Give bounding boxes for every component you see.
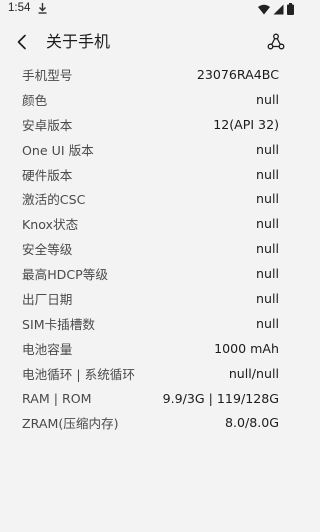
info-row-battery-cycles: 电池循环 | 系统循环 null/null: [0, 361, 300, 386]
info-value: 23076RA4BC: [196, 66, 279, 82]
info-label: 电池容量: [22, 341, 73, 357]
download-icon: [38, 3, 47, 14]
info-value: null: [256, 241, 279, 257]
info-row-sim-slots: SIM卡插槽数 null: [0, 311, 300, 336]
info-value: null: [256, 216, 279, 232]
info-row-battery-capacity: 电池容量 1000 mAh: [0, 336, 300, 361]
info-label: 手机型号: [22, 67, 73, 83]
info-row-manufacture-date: 出厂日期 null: [0, 286, 300, 311]
info-value: null: [256, 91, 279, 107]
info-label: RAM | ROM: [22, 390, 92, 406]
info-row-security-level: 安全等级 null: [0, 236, 300, 261]
info-value: null/null: [228, 365, 279, 381]
info-label: SIM卡插槽数: [22, 316, 95, 332]
status-icons: [258, 3, 294, 15]
info-value: 12(API 32): [213, 116, 279, 132]
status-bar: 1:54: [0, 0, 300, 20]
info-row-hdcp-level: 最高HDCP等级 null: [0, 261, 300, 286]
info-label: 安卓版本: [22, 117, 73, 133]
info-label: 激活的CSC: [22, 192, 86, 208]
back-arrow-icon: [17, 34, 26, 50]
info-value: null: [256, 141, 279, 157]
info-value: null: [256, 191, 279, 207]
back-button[interactable]: [10, 30, 34, 54]
page-title: 关于手机: [46, 32, 111, 51]
info-value: null: [256, 166, 279, 182]
info-label: 硬件版本: [22, 167, 73, 183]
wifi-icon: [258, 4, 270, 14]
info-value: 8.0/8.0G: [224, 415, 279, 431]
info-value: null: [256, 266, 279, 282]
info-row-active-csc: 激活的CSC null: [0, 186, 300, 211]
info-row-android-version: 安卓版本 12(API 32): [0, 112, 300, 137]
info-row-model: 手机型号 23076RA4BC: [0, 62, 300, 87]
info-label: 电池循环 | 系统循环: [22, 366, 135, 382]
info-row-zram: ZRAM(压缩内存) 8.0/8.0G: [0, 410, 300, 435]
info-row-color: 颜色 null: [0, 87, 300, 112]
info-row-hardware-version: 硬件版本 null: [0, 162, 300, 187]
info-value: 1000 mAh: [214, 340, 279, 356]
info-value: null: [256, 290, 279, 306]
info-label: 出厂日期: [22, 291, 73, 307]
info-value: null: [256, 315, 279, 331]
info-row-oneui-version: One UI 版本 null: [0, 137, 300, 162]
share-button[interactable]: [264, 30, 288, 54]
info-label: One UI 版本: [22, 142, 94, 158]
info-row-ram-rom: RAM | ROM 9.9/3G | 119/128G: [0, 386, 300, 411]
signal-icon: [273, 4, 284, 14]
info-label: 颜色: [22, 92, 48, 108]
info-label: ZRAM(压缩内存): [22, 416, 119, 432]
info-label: Knox状态: [22, 217, 79, 233]
info-label: 最高HDCP等级: [22, 267, 108, 283]
device-info-list: 手机型号 23076RA4BC 颜色 null 安卓版本 12(API 32) …: [0, 62, 300, 435]
info-value: 9.9/3G | 119/128G: [162, 390, 279, 406]
status-time: 1:54: [8, 2, 31, 14]
app-bar: 关于手机: [0, 20, 300, 64]
info-row-knox-status: Knox状态 null: [0, 211, 300, 236]
info-label: 安全等级: [22, 242, 73, 258]
share-icon: [267, 33, 285, 50]
battery-icon: [287, 3, 294, 15]
